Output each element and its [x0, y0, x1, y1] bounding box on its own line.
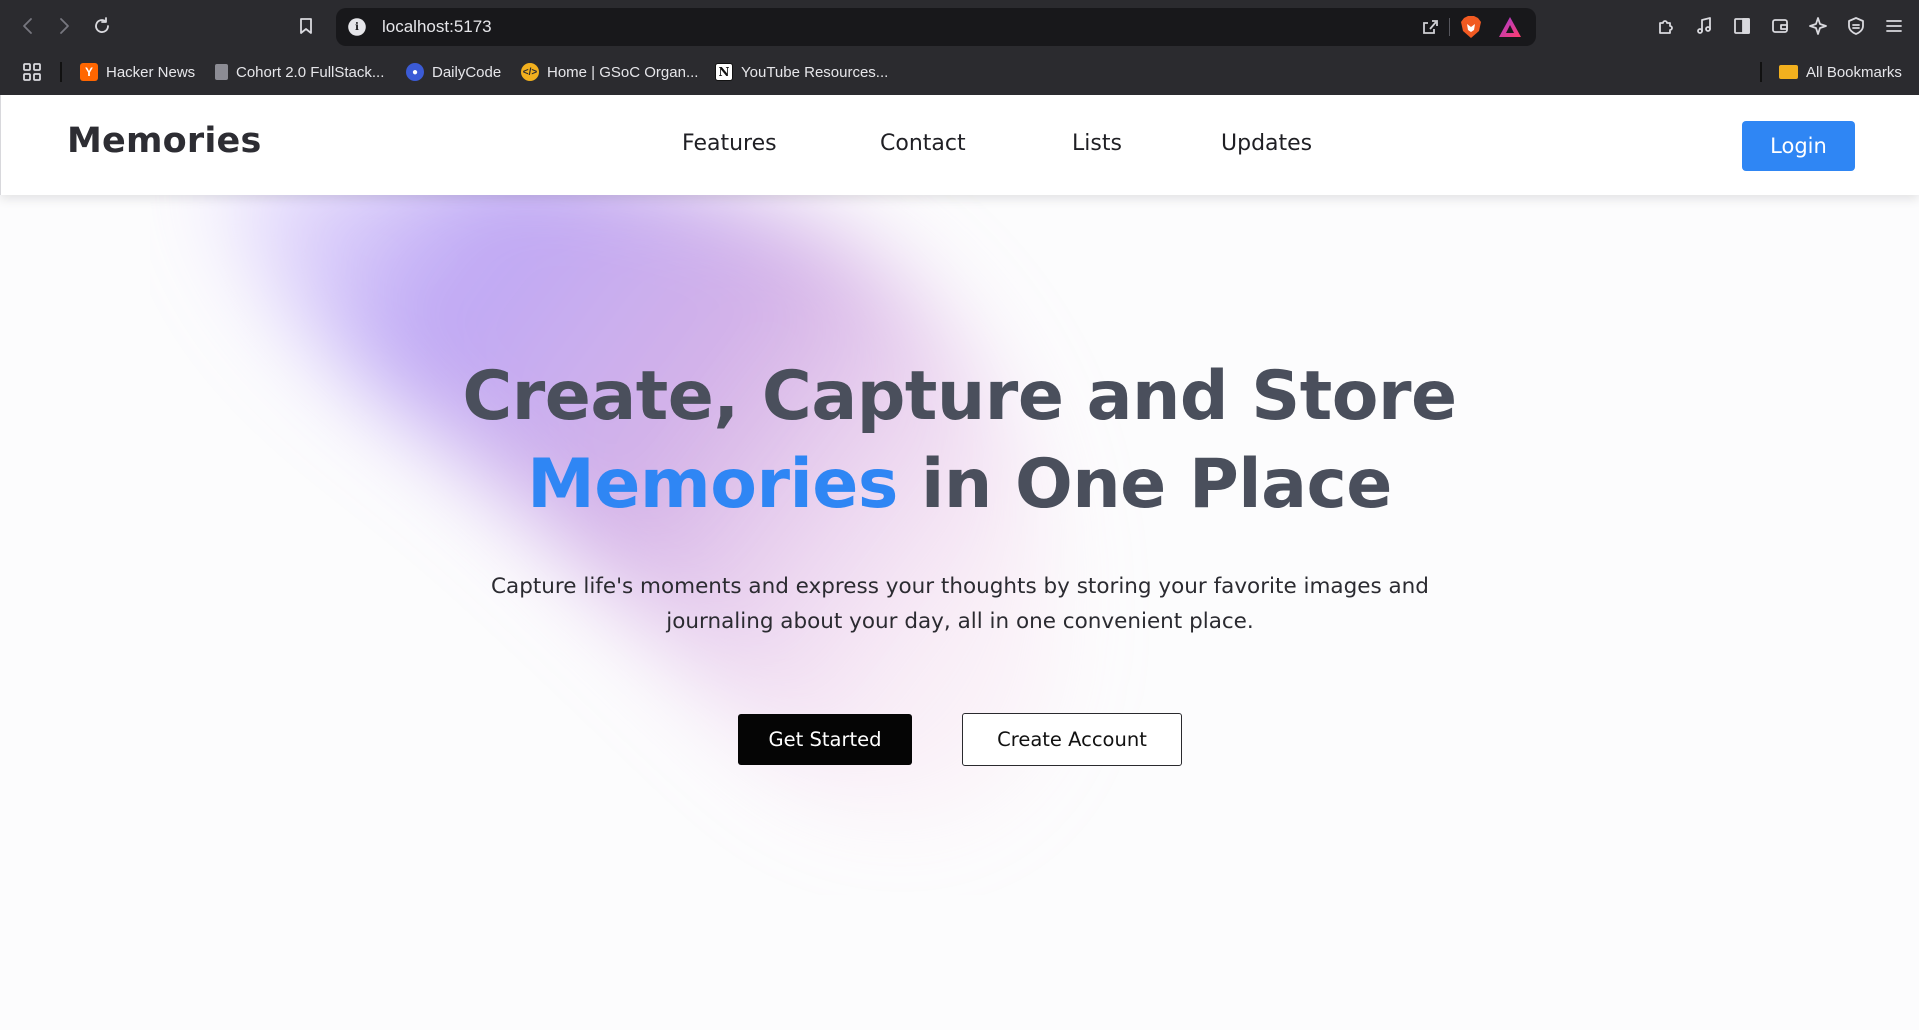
all-bookmarks[interactable]: All Bookmarks [1779, 60, 1902, 84]
sidebar-icon [1734, 18, 1750, 34]
sidebar-button[interactable] [1728, 12, 1756, 40]
sparkle-icon [1809, 17, 1827, 35]
chevron-right-icon [60, 18, 69, 34]
get-started-button[interactable]: Get Started [738, 714, 912, 765]
extensions-button[interactable] [1652, 12, 1680, 40]
nav-link-updates[interactable]: Updates [1221, 131, 1312, 156]
bookmark-label: DailyCode [432, 63, 502, 81]
reload-button[interactable] [88, 12, 116, 40]
bookmarks-bar: Y Hacker News Cohort 2.0 FullStack... ● … [0, 52, 1919, 95]
back-button[interactable] [14, 12, 42, 40]
shield-icon [1848, 17, 1864, 35]
nav-link-lists[interactable]: Lists [1072, 131, 1122, 156]
menu-button[interactable] [1880, 12, 1908, 40]
bookmarks-divider [60, 62, 62, 82]
gsoc-icon: </> [521, 63, 539, 81]
bookmark-hacker-news[interactable]: Y Hacker News [80, 60, 195, 84]
hero-subtitle: Capture life's moments and express your … [491, 574, 1429, 634]
bookmark-label: Hacker News [106, 63, 196, 81]
bookmark-cohort[interactable]: Cohort 2.0 FullStack... [215, 60, 384, 84]
site-info-icon[interactable]: i [348, 18, 366, 36]
bookmark-icon [300, 18, 312, 34]
notion-icon: N [715, 63, 733, 81]
site-logo[interactable]: Memories [67, 121, 262, 161]
login-button[interactable]: Login [1742, 121, 1855, 171]
bookmark-label: Cohort 2.0 FullStack... [236, 63, 385, 81]
hacker-news-icon: Y [80, 63, 98, 81]
page-icon [215, 64, 228, 80]
hero-title-line2: in One Place [897, 445, 1392, 524]
bookmark-dailycode[interactable]: ● DailyCode [406, 60, 501, 84]
share-icon[interactable] [1420, 17, 1442, 39]
site-navbar: Memories Features Contact Lists Updates … [0, 95, 1919, 195]
music-note-icon [1697, 17, 1711, 34]
web-page: Memories Features Contact Lists Updates … [0, 95, 1919, 1030]
leo-ai-button[interactable] [1804, 12, 1832, 40]
nav-link-features[interactable]: Features [682, 131, 777, 156]
bookmark-page-button[interactable] [292, 12, 320, 40]
dailycode-icon: ● [406, 63, 424, 81]
create-account-button[interactable]: Create Account [962, 713, 1182, 766]
nav-link-contact[interactable]: Contact [880, 131, 966, 156]
grid-icon [23, 63, 41, 81]
puzzle-icon [1659, 20, 1673, 34]
hero-title-line1: Create, Capture and Store [462, 357, 1457, 436]
address-bar[interactable]: i localhost:5173 [336, 8, 1536, 46]
vpn-button[interactable] [1842, 12, 1870, 40]
media-button[interactable] [1690, 12, 1718, 40]
wallet-icon [1772, 19, 1788, 33]
browser-toolbar: i localhost:5173 [0, 0, 1919, 52]
bookmark-label: Home | GSoC Organ... [547, 63, 699, 81]
bookmark-label: YouTube Resources... [741, 63, 889, 81]
brave-rewards-icon[interactable] [1498, 16, 1522, 38]
reload-icon [95, 17, 109, 33]
folder-icon [1779, 65, 1798, 79]
hero-title-accent: Memories [527, 445, 898, 524]
hamburger-menu-icon [1886, 20, 1902, 32]
bookmark-youtube-resources[interactable]: N YouTube Resources... [715, 60, 888, 84]
hero-title: Create, Capture and Store Memories in On… [0, 353, 1919, 529]
bookmark-gsoc[interactable]: </> Home | GSoC Organ... [521, 60, 698, 84]
brave-shields-icon[interactable] [1460, 15, 1482, 39]
browser-chrome: i localhost:5173 Y Hacker News Cohort 2.… [0, 0, 1919, 95]
url-text[interactable]: localhost:5173 [382, 17, 492, 37]
all-bookmarks-label: All Bookmarks [1806, 63, 1902, 81]
forward-button[interactable] [50, 12, 78, 40]
wallet-button[interactable] [1766, 12, 1794, 40]
address-bar-divider [1449, 18, 1450, 36]
apps-button[interactable] [18, 58, 46, 86]
chevron-left-icon [23, 18, 32, 34]
bookmarks-divider [1760, 62, 1762, 82]
